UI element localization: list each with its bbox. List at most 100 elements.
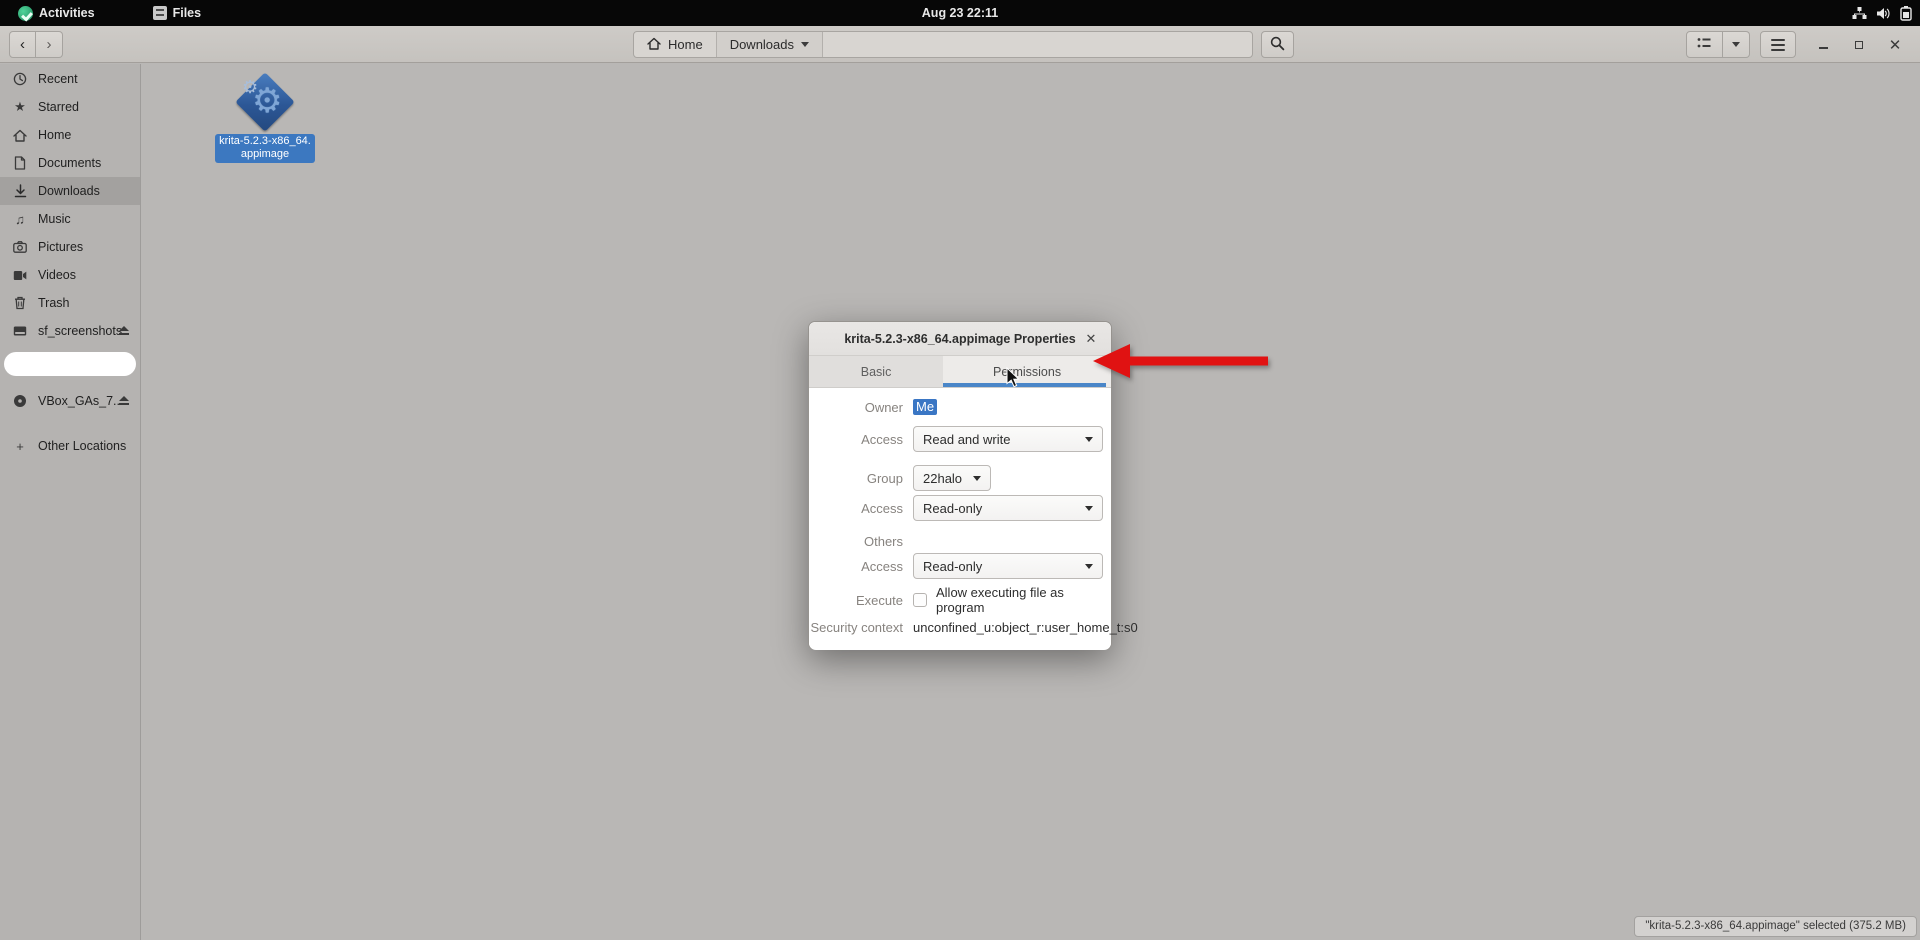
- chevron-down-icon: [973, 476, 981, 481]
- close-icon: ✕: [1889, 36, 1902, 54]
- sidebar-item-trash[interactable]: Trash: [0, 289, 140, 317]
- sidebar-item-downloads[interactable]: Downloads: [0, 177, 140, 205]
- sidebar-item-label: Downloads: [38, 184, 100, 198]
- hamburger-menu-button[interactable]: [1760, 31, 1796, 58]
- sidebar-item-vbox-gas[interactable]: VBox_GAs_7....: [0, 387, 140, 415]
- group-access-dropdown[interactable]: Read-only: [913, 495, 1103, 521]
- view-options-dropdown[interactable]: [1723, 31, 1750, 58]
- clock-icon: [12, 72, 28, 86]
- dialog-titlebar[interactable]: krita-5.2.3-x86_64.appimage Properties ✕: [809, 322, 1111, 356]
- sidebar-item-starred[interactable]: ★ Starred: [0, 93, 140, 121]
- navigation-buttons: ‹ ›: [9, 31, 63, 58]
- owner-value: Me: [913, 399, 937, 415]
- sidebar-item-pictures[interactable]: Pictures: [0, 233, 140, 261]
- group-access-value: Read-only: [923, 501, 982, 516]
- music-icon: ♫: [12, 212, 28, 227]
- others-access-dropdown[interactable]: Read-only: [913, 553, 1103, 579]
- sidebar-item-label: Videos: [38, 268, 76, 282]
- sidebar-item-music[interactable]: ♫ Music: [0, 205, 140, 233]
- sidebar-item-label: Trash: [38, 296, 70, 310]
- others-access-label: Access: [809, 559, 903, 574]
- file-item-krita-appimage[interactable]: ⚙ ⚙ krita-5.2.3-x86_64. appimage: [215, 73, 315, 163]
- star-icon: ★: [12, 99, 28, 115]
- path-bar: Home Downloads: [633, 31, 1253, 58]
- security-context-label: Security context: [809, 620, 903, 635]
- view-mode-button[interactable]: [1686, 31, 1723, 58]
- sidebar-item-home[interactable]: Home: [0, 121, 140, 149]
- dialog-title: krita-5.2.3-x86_64.appimage Properties: [844, 332, 1075, 346]
- close-window-button[interactable]: ✕: [1884, 34, 1906, 56]
- maximize-button[interactable]: [1848, 34, 1870, 56]
- disc-icon: [12, 394, 28, 408]
- sidebar-item-label: Starred: [38, 100, 79, 114]
- tab-permissions-label: Permissions: [993, 365, 1061, 379]
- forward-button[interactable]: ›: [36, 31, 63, 58]
- group-value: 22halo: [923, 471, 962, 486]
- sidebar-item-documents[interactable]: Documents: [0, 149, 140, 177]
- appimage-gear-icon: ⚙ ⚙: [236, 73, 294, 131]
- battery-icon: [1900, 6, 1912, 21]
- sidebar-item-other-locations[interactable]: + Other Locations: [0, 432, 140, 460]
- tab-permissions[interactable]: Permissions: [943, 356, 1111, 387]
- others-label: Others: [809, 534, 903, 549]
- minimize-button[interactable]: [1812, 34, 1834, 56]
- close-icon: ✕: [1086, 331, 1097, 347]
- chevron-down-icon: [1085, 564, 1093, 569]
- file-label-line2: appimage: [219, 148, 311, 161]
- execute-checkbox[interactable]: [913, 593, 927, 607]
- file-label-line1: krita-5.2.3-x86_64.: [219, 135, 311, 148]
- drive-icon: [12, 325, 28, 337]
- sidebar-item-videos[interactable]: Videos: [0, 261, 140, 289]
- group-row: Group 22halo: [809, 465, 1103, 491]
- sidebar-item-recent[interactable]: Recent: [0, 65, 140, 93]
- eject-icon[interactable]: [118, 325, 130, 336]
- group-access-row: Access Read-only: [809, 495, 1103, 521]
- path-bar-group: Home Downloads: [633, 31, 1294, 58]
- trash-icon: [12, 296, 28, 310]
- window-controls: ✕: [1812, 34, 1906, 56]
- file-label: krita-5.2.3-x86_64. appimage: [215, 134, 315, 163]
- back-button[interactable]: ‹: [9, 31, 36, 58]
- dialog-tab-bar: Basic Permissions: [809, 356, 1111, 388]
- headerbar-right-controls: ✕: [1686, 31, 1906, 58]
- camera-icon: [12, 241, 28, 253]
- chevron-down-icon: [1732, 42, 1740, 47]
- eject-icon[interactable]: [118, 395, 130, 406]
- sidebar-item-label: Pictures: [38, 240, 83, 254]
- maximize-icon: [1855, 41, 1863, 49]
- video-icon: [12, 270, 28, 281]
- top-bar: Activities Files Aug 23 22:11: [0, 0, 1920, 26]
- view-list-icon: [1697, 37, 1712, 52]
- sidebar-item-label: Music: [38, 212, 71, 226]
- search-icon: [1270, 36, 1285, 54]
- system-tray[interactable]: [1852, 0, 1912, 26]
- breadcrumb-home[interactable]: Home: [634, 32, 716, 57]
- group-label: Group: [809, 471, 903, 486]
- permissions-panel: Owner Me Access Read and write Group 22h…: [809, 388, 1111, 650]
- owner-row: Owner Me: [809, 398, 1103, 416]
- owner-label: Owner: [809, 400, 903, 415]
- view-toggle-group: [1686, 31, 1750, 58]
- chevron-down-icon: [1085, 506, 1093, 511]
- breadcrumb-downloads[interactable]: Downloads: [716, 32, 823, 57]
- owner-access-value: Read and write: [923, 432, 1010, 447]
- others-access-value: Read-only: [923, 559, 982, 574]
- network-icon: [1852, 7, 1867, 20]
- search-button[interactable]: [1261, 31, 1294, 58]
- status-text: "krita-5.2.3-x86_64.appimage" selected (…: [1645, 920, 1906, 932]
- dialog-close-button[interactable]: ✕: [1081, 329, 1101, 349]
- owner-access-dropdown[interactable]: Read and write: [913, 426, 1103, 452]
- sidebar-item-label: Documents: [38, 156, 101, 170]
- minimize-icon: [1819, 47, 1828, 49]
- owner-access-row: Access Read and write: [809, 426, 1103, 452]
- document-icon: [12, 156, 28, 170]
- sidebar-item-sf-screenshots[interactable]: sf_screenshots: [0, 317, 140, 345]
- sidebar: Recent ★ Starred Home Documents Download…: [0, 64, 141, 940]
- sidebar-item-label: VBox_GAs_7....: [38, 394, 127, 408]
- sidebar-blank-field[interactable]: [4, 352, 136, 376]
- group-dropdown[interactable]: 22halo: [913, 465, 991, 491]
- tab-basic[interactable]: Basic: [809, 356, 943, 387]
- volume-icon: [1876, 7, 1891, 20]
- clock[interactable]: Aug 23 22:11: [0, 6, 1920, 20]
- security-context-row: Security context unconfined_u:object_r:u…: [809, 619, 1103, 635]
